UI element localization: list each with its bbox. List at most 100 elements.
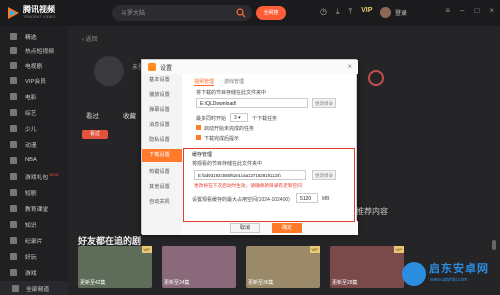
sidebar-item-label: 游戏礼包 bbox=[25, 174, 49, 181]
login-link[interactable]: 登录 bbox=[395, 8, 407, 17]
sidebar-item-vip[interactable]: VIP会员 bbox=[10, 74, 66, 86]
tv-icon bbox=[10, 61, 17, 69]
profile-avatar[interactable] bbox=[94, 56, 124, 86]
history-icon[interactable]: ◷ bbox=[320, 7, 327, 17]
nav-privacy[interactable]: 隐私设置 bbox=[142, 134, 182, 147]
nav-playback[interactable]: 播放设置 bbox=[142, 89, 182, 102]
knowledge-icon bbox=[10, 220, 17, 228]
cache-title: 缓存管理 bbox=[192, 152, 213, 158]
concurrent-stepper[interactable]: 3 ▾ bbox=[230, 113, 248, 122]
sidebar-item-fun[interactable]: 好玩 bbox=[10, 250, 66, 262]
vip-icon[interactable]: VIP bbox=[361, 7, 372, 17]
dialog-footer bbox=[182, 221, 358, 235]
sidebar-item-games[interactable]: 游戏 bbox=[10, 266, 66, 278]
nav-auto-shutdown[interactable]: 自动关机 bbox=[142, 196, 182, 209]
tab-video-manage[interactable]: 视频管理 bbox=[194, 78, 215, 86]
sidebar-item-label: 游戏 bbox=[25, 270, 37, 277]
sidebar-item-anime[interactable]: 动漫 bbox=[10, 138, 66, 150]
vip-tag: VIP bbox=[141, 246, 152, 253]
video-thumb[interactable]: VIP 更新至28集 bbox=[330, 246, 404, 288]
sidebar-item-label: 教育课堂 bbox=[25, 206, 49, 213]
sidebar-item-label: 动漫 bbox=[25, 142, 37, 149]
thumb-caption: 更新至42集 bbox=[80, 280, 106, 286]
sidebar-item-label: 知识 bbox=[25, 222, 37, 229]
vip-tag: VIP bbox=[393, 246, 404, 253]
thumb-caption: 更新至24集 bbox=[164, 280, 190, 286]
video-thumb[interactable]: 更新至24集 bbox=[162, 246, 236, 288]
change-cache-dir-button[interactable]: 更改目录 bbox=[312, 170, 336, 180]
minimize-icon[interactable]: – bbox=[460, 6, 464, 15]
tab-watched-active[interactable]: 看过 bbox=[82, 130, 108, 139]
download-path-field[interactable]: E:\QLDownload\ bbox=[196, 98, 308, 108]
sidebar-item-nba[interactable]: NBA bbox=[10, 154, 66, 166]
decorative-face-icon bbox=[368, 70, 384, 86]
nav-other[interactable]: 其他设置 bbox=[142, 181, 182, 194]
notify-done-checkbox[interactable] bbox=[196, 135, 201, 140]
nav-download[interactable]: 下载设置 bbox=[142, 149, 182, 162]
nav-message[interactable]: 消息设置 bbox=[142, 119, 182, 132]
sidebar-item-variety[interactable]: 综艺 bbox=[10, 106, 66, 118]
maximize-icon[interactable]: □ bbox=[474, 6, 479, 15]
upload-icon[interactable]: ⤒ bbox=[349, 7, 353, 17]
back-link[interactable]: ‹ 返回 bbox=[82, 34, 98, 43]
nav-danmaku[interactable]: 弹幕设置 bbox=[142, 104, 182, 117]
sidebar-item-hot-shorts[interactable]: 热点短视频 bbox=[10, 44, 66, 56]
nav-basic[interactable]: 基本设置 bbox=[142, 74, 182, 87]
sidebar-item-movie[interactable]: 电影 bbox=[10, 90, 66, 102]
full-search-button[interactable]: 全网搜 bbox=[256, 6, 286, 20]
cache-size-field[interactable]: 5120 bbox=[296, 193, 318, 203]
watched-tab[interactable]: 看过 bbox=[86, 110, 99, 120]
dialog-title: 设置 bbox=[160, 66, 173, 72]
favorites-tab[interactable]: 收藏 bbox=[123, 110, 136, 120]
watermark-en: www.qdyhbj.com bbox=[430, 277, 468, 283]
watermark-cn: 启东安卓网 bbox=[429, 263, 489, 275]
short-drama-icon bbox=[10, 188, 17, 196]
user-avatar[interactable] bbox=[380, 7, 391, 18]
app-slogan: TENCENT VIDEO bbox=[23, 14, 56, 19]
cache-size-label: 设置观看缓存的最大占用空间(1024-102400) bbox=[192, 197, 290, 203]
video-thumb[interactable]: VIP 更新至42集 bbox=[78, 246, 152, 288]
close-icon[interactable]: × bbox=[489, 6, 494, 15]
sidebar-item-label: 热点短视频 bbox=[25, 48, 54, 55]
ok-button[interactable]: 确定 bbox=[272, 223, 302, 233]
cache-size-unit: MB bbox=[322, 196, 330, 202]
cache-path-field[interactable]: E:\bd93192c555f62e1caa1371828191124\ bbox=[194, 170, 306, 180]
sidebar-item-short-drama[interactable]: 短剧 bbox=[10, 186, 66, 198]
sidebar-item-kids[interactable]: 少儿 bbox=[10, 122, 66, 134]
sidebar-item-knowledge[interactable]: 知识 bbox=[10, 218, 66, 230]
change-download-dir-button[interactable]: 更改目录 bbox=[312, 98, 336, 108]
scrollbar[interactable] bbox=[492, 240, 496, 250]
sidebar: 精选 热点短视频 电视剧 VIP会员 电影 综艺 少儿 动漫 NBA 游戏礼包 N… bbox=[0, 26, 68, 295]
app-window: 腾讯视频 TENCENT VIDEO 斗罗大陆 全网搜 ◷ ⤓ ⤒ VIP 登录… bbox=[0, 0, 500, 295]
search-icon[interactable] bbox=[236, 8, 246, 18]
vip-member-icon bbox=[10, 76, 17, 84]
featured-icon bbox=[10, 32, 17, 40]
sidebar-item-tv[interactable]: 电视剧 bbox=[10, 59, 66, 71]
top-bar: 腾讯视频 TENCENT VIDEO 斗罗大陆 全网搜 ◷ ⤓ ⤒ VIP 登录… bbox=[0, 0, 500, 26]
settings-logo-icon bbox=[148, 63, 156, 71]
menu-icon[interactable]: ≡ bbox=[445, 6, 450, 15]
auto-start-label: 启动开始未完成的任务 bbox=[204, 126, 255, 132]
download-path-value: E:\QLDownload\ bbox=[200, 101, 237, 107]
warning-text: 更改将在下次启动时生效，请确保新目录有足够空间 bbox=[194, 183, 302, 188]
download-icon[interactable]: ⤓ bbox=[336, 7, 340, 17]
search-input[interactable]: 斗罗大陆 bbox=[112, 5, 252, 21]
sidebar-item-featured[interactable]: 精选 bbox=[10, 30, 66, 42]
search-text: 斗罗大陆 bbox=[121, 11, 146, 17]
concurrent-label-post: 个下载任务 bbox=[252, 116, 278, 122]
sidebar-item-education[interactable]: 教育课堂 bbox=[10, 202, 66, 214]
sidebar-item-game-gift[interactable]: 游戏礼包 NEW bbox=[10, 170, 66, 182]
cancel-button[interactable]: 取消 bbox=[230, 223, 260, 233]
sidebar-item-label: NBA bbox=[25, 157, 37, 163]
sidebar-item-label: 好玩 bbox=[25, 254, 37, 261]
video-thumb[interactable]: VIP 更新至36集 bbox=[246, 246, 320, 288]
all-channels-button[interactable]: 全部频道 bbox=[0, 281, 68, 295]
hot-icon bbox=[10, 46, 17, 54]
sidebar-item-documentary[interactable]: 纪录片 bbox=[10, 234, 66, 246]
sidebar-item-label: 少儿 bbox=[25, 126, 37, 133]
close-icon[interactable]: × bbox=[347, 62, 352, 71]
tab-game-manage[interactable]: 游戏管理 bbox=[224, 78, 244, 86]
top-icons: ◷ ⤓ ⤒ VIP bbox=[320, 7, 372, 17]
auto-start-checkbox[interactable] bbox=[196, 125, 201, 130]
nav-hotkey[interactable]: 热键设置 bbox=[142, 166, 182, 179]
